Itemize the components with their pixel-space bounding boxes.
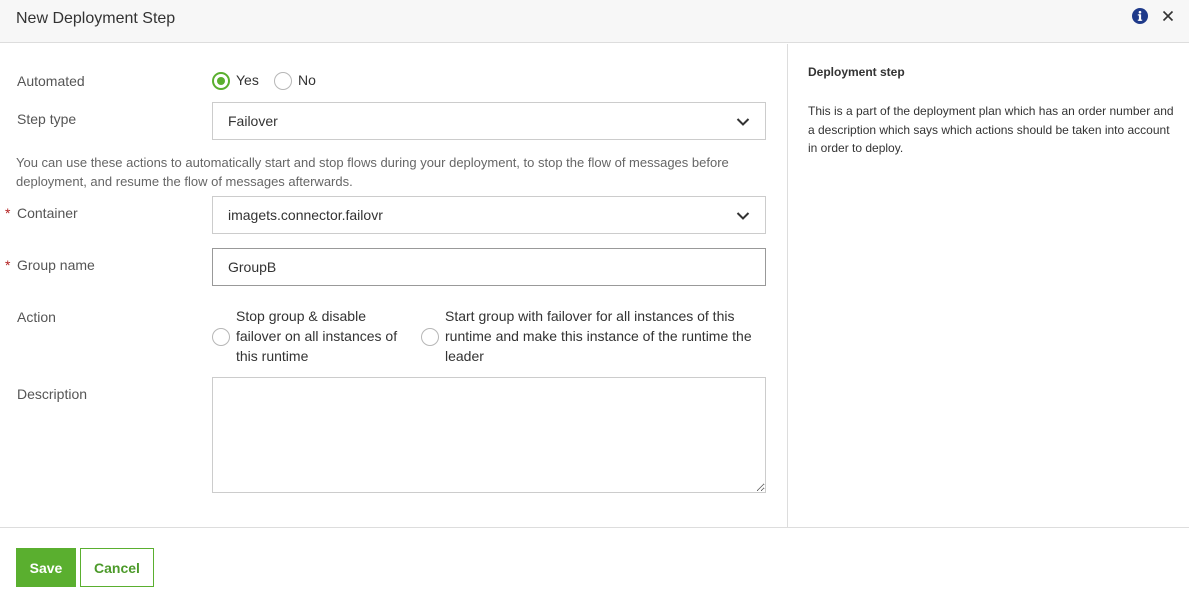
automated-label: Automated [17, 73, 85, 89]
group-name-required-marker: * [5, 257, 11, 273]
cancel-button[interactable]: Cancel [80, 548, 154, 587]
automated-no-radio[interactable] [274, 72, 292, 90]
info-circle-icon[interactable] [1132, 8, 1148, 24]
dialog-title: New Deployment Step [16, 10, 176, 27]
step-type-label: Step type [17, 111, 77, 127]
actions-help-text: You can use these actions to automatical… [16, 155, 729, 189]
description-textarea[interactable] [212, 377, 766, 493]
container-value: imagets.connector.failovr [228, 207, 383, 223]
automated-no-label[interactable]: No [298, 72, 316, 88]
dialog-footer: Save Cancel [0, 527, 1189, 603]
action-start-group-radio[interactable] [421, 328, 439, 346]
chevron-down-icon [736, 212, 750, 220]
group-name-label: Group name [17, 257, 95, 273]
container-select[interactable]: imagets.connector.failovr [212, 196, 766, 234]
action-stop-group-radio[interactable] [212, 328, 230, 346]
dialog-header: New Deployment Step [0, 0, 1189, 43]
close-icon[interactable] [1160, 8, 1176, 24]
form-area: Automated Yes No Step type Failover You … [0, 44, 787, 527]
side-panel-title: Deployment step [808, 65, 905, 79]
automated-yes-label[interactable]: Yes [236, 72, 259, 88]
group-name-input[interactable] [212, 248, 766, 286]
container-required-marker: * [5, 205, 11, 221]
step-type-select[interactable]: Failover [212, 102, 766, 140]
container-label: Container [17, 205, 78, 221]
description-label: Description [17, 386, 88, 402]
action-start-group-label[interactable]: Start group with failover for all instan… [445, 306, 760, 366]
action-label: Action [17, 309, 56, 325]
chevron-down-icon [736, 118, 750, 126]
save-button[interactable]: Save [16, 548, 76, 587]
step-type-value: Failover [228, 113, 278, 129]
side-panel-text: This is a part of the deployment plan wh… [808, 104, 1174, 155]
action-stop-group-label[interactable]: Stop group & disable failover on all ins… [236, 306, 408, 366]
automated-yes-radio[interactable] [212, 72, 230, 90]
help-side-panel: Deployment step This is a part of the de… [787, 44, 1189, 527]
new-deployment-step-dialog: New Deployment Step Automated Yes No Ste… [0, 0, 1189, 603]
